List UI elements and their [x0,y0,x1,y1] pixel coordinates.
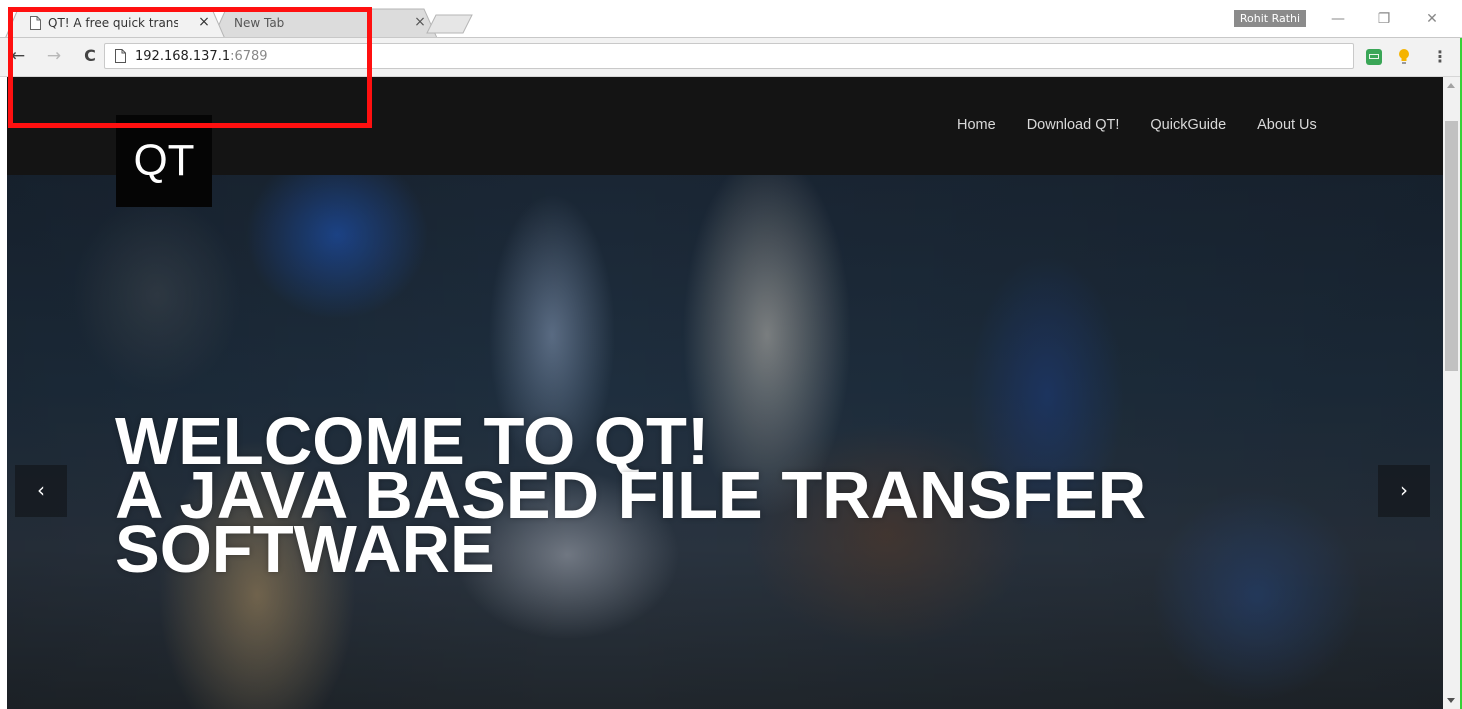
nav-home[interactable]: Home [957,117,996,133]
site-logo[interactable]: QT [116,115,212,207]
profile-button[interactable]: Rohit Rathi [1234,10,1306,27]
hero-heading: WELCOME TO QT! A JAVA BASED FILE TRANSFE… [115,408,1365,583]
new-tab-button[interactable] [426,14,474,34]
nav-about-us[interactable]: About Us [1257,117,1317,133]
scrollbar-thumb[interactable] [1445,121,1458,371]
nav-download-qt[interactable]: Download QT! [1027,117,1120,133]
menu-icon[interactable]: ⋮ [1432,48,1448,66]
site-nav: Home Download QT! QuickGuide About Us [957,117,1348,133]
extension-icon[interactable] [1366,49,1382,65]
carousel-next-button[interactable]: › [1378,465,1430,517]
page-viewport: Home Download QT! QuickGuide About Us QT… [7,77,1443,709]
hero-carousel: WELCOME TO QT! A JAVA BASED FILE TRANSFE… [7,175,1443,709]
nav-quickguide[interactable]: QuickGuide [1150,117,1226,133]
carousel-prev-button[interactable]: ‹ [15,465,67,517]
scroll-up-icon[interactable] [1447,83,1455,88]
annotation-highlight [8,7,372,128]
scroll-down-icon[interactable] [1447,698,1455,703]
restore-icon[interactable]: ❐ [1364,8,1404,30]
close-window-icon[interactable]: ✕ [1412,8,1452,30]
minimize-icon[interactable]: — [1318,8,1358,30]
vertical-scrollbar[interactable] [1443,77,1460,709]
lightbulb-icon[interactable] [1397,48,1411,66]
